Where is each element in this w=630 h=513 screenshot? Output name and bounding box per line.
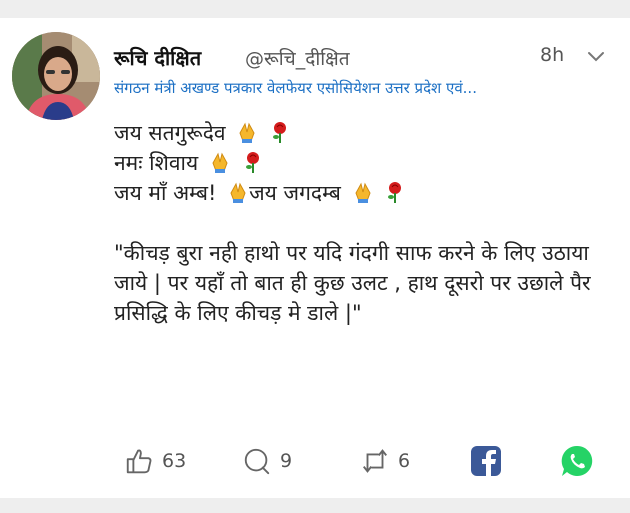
chevron-down-icon[interactable] [586, 48, 606, 66]
tweet-line-1-text: जय सतगुरूदेव [114, 121, 226, 145]
folded-hands-icon [236, 121, 258, 143]
user-bio: संगठन मंत्री अखण्ड पत्रकार वेलफेयर एसोसि… [114, 79, 477, 97]
avatar[interactable] [12, 32, 100, 120]
user-handle[interactable]: @रूचि_दीक्षित [245, 45, 350, 71]
facebook-share-button[interactable] [470, 444, 502, 478]
facebook-icon [470, 445, 502, 477]
reply-icon [242, 446, 272, 476]
tweet-line-3b-text: जय जगदम्ब [249, 181, 341, 205]
tweet-line-2-text: नमः शिवाय [114, 151, 199, 175]
rose-icon [242, 151, 264, 173]
whatsapp-icon [560, 444, 594, 478]
thumbs-up-icon [124, 446, 154, 476]
rose-icon [384, 181, 406, 203]
retweet-count: 6 [398, 450, 411, 472]
tweet-card[interactable]: रूचि दीक्षित @रूचि_दीक्षित 8h संगठन मंत्… [0, 18, 630, 498]
rose-icon [269, 121, 291, 143]
tweet-line-1: जय सतगुरूदेव [114, 118, 604, 148]
action-bar: 63 9 6 [124, 444, 604, 484]
user-name[interactable]: रूचि दीक्षित [114, 44, 201, 71]
tweet-time: 8h [540, 44, 565, 66]
tweet-quote: "कीचड़ बुरा नही हाथो पर यदि गंदगी साफ कर… [114, 241, 591, 325]
reply-button[interactable]: 9 [242, 444, 292, 478]
reply-count: 9 [280, 450, 293, 472]
tweet-line-2: नमः शिवाय [114, 148, 604, 178]
folded-hands-icon [209, 151, 231, 173]
folded-hands-icon [352, 181, 374, 203]
like-button[interactable]: 63 [124, 444, 186, 478]
retweet-icon [360, 446, 390, 476]
tweet-line-3: जय माँ अम्ब! जय जगदम्ब [114, 178, 604, 208]
folded-hands-icon [227, 181, 249, 203]
tweet-line-3a-text: जय माँ अम्ब! [114, 181, 217, 205]
whatsapp-share-button[interactable] [560, 444, 594, 478]
like-count: 63 [162, 450, 187, 472]
tweet-text: जय सतगुरूदेव नमः शिवाय जय माँ अम्ब! जय ज… [114, 118, 604, 328]
retweet-button[interactable]: 6 [360, 444, 410, 478]
